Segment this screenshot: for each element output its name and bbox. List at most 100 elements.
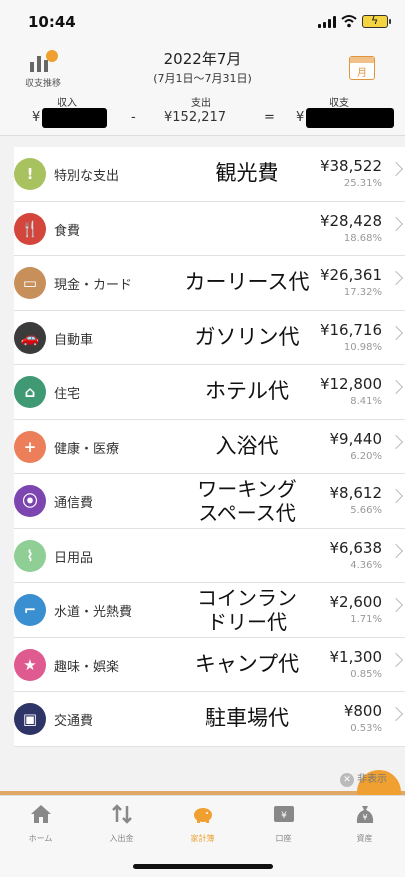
handwritten-note: ホテル代 <box>205 379 289 403</box>
amount: ¥9,440 <box>329 429 383 448</box>
amount: ¥6,638 <box>329 538 383 557</box>
category-row[interactable]: ⌐ 水道・光熱費 コインラン ドリー代 ¥2,600 1.71% <box>14 583 405 638</box>
amount: ¥16,716 <box>319 320 382 339</box>
tab-transfer[interactable]: 入出金 <box>81 804 162 844</box>
faucet-icon: ⌐ <box>14 594 46 626</box>
house-icon: ⌂ <box>14 376 46 408</box>
balance-currency: ¥ <box>296 110 305 125</box>
amount: ¥28,428 <box>319 211 382 230</box>
category-name: 食費 <box>54 223 81 239</box>
status-time: 10:44 <box>28 13 76 31</box>
handwritten-note: カーリース代 <box>184 270 310 294</box>
category-row[interactable]: ⌇ 日用品 ¥6,638 4.36% <box>14 528 405 583</box>
category-row[interactable]: ▣ 交通費 駐車場代 ¥800 0.53% <box>14 692 405 747</box>
category-row[interactable]: ⌂ 住宅 ホテル代 ¥12,800 8.41% <box>14 365 405 420</box>
handwritten-note: キャンプ代 <box>194 651 300 676</box>
home-icon <box>30 805 52 828</box>
train-icon: ▣ <box>14 703 46 735</box>
piggy-bank-icon <box>192 808 214 828</box>
category-name: 通信費 <box>54 496 94 511</box>
star-icon: ★ <box>14 648 46 681</box>
chevron-right-icon <box>388 543 404 558</box>
chevron-right-icon <box>388 488 404 504</box>
chevron-right-icon <box>388 270 404 286</box>
category-name: 健康・医療 <box>54 441 120 457</box>
tab-piggy-bank[interactable]: 家計簿 <box>162 804 243 844</box>
svg-text:¥: ¥ <box>362 813 367 822</box>
plus-badge-icon <box>46 50 58 62</box>
chevron-right-icon <box>388 652 404 667</box>
amount: ¥800 <box>343 702 382 720</box>
handwritten-note: 入浴代 <box>215 433 279 458</box>
tab-money-bag[interactable]: ¥ 資産 <box>324 804 405 844</box>
category-row[interactable]: ★ 趣味・娯楽 キャンプ代 ¥1,300 0.85% <box>14 637 405 692</box>
category-row[interactable]: + 健康・医療 入浴代 ¥9,440 6.20% <box>14 419 405 474</box>
chevron-right-icon <box>388 434 404 449</box>
equals-sign: = <box>264 110 275 125</box>
tab-label: 口座 <box>275 834 292 843</box>
category-row[interactable]: ⦿ 通信費 ワーキング スペース代 ¥8,612 5.66% <box>14 474 405 529</box>
period-selector[interactable]: 2022年7月 (7月1日〜7月31日) <box>120 48 285 86</box>
trend-label: 収支推移 <box>24 79 61 89</box>
tab-bar: ホーム 入出金 家計簿 ¥ 口座 ¥ 資産 <box>0 795 405 877</box>
plus-icon: + <box>14 430 46 463</box>
tab-label: 資産 <box>356 834 373 843</box>
close-icon: ✕ <box>340 773 354 787</box>
chevron-right-icon <box>388 161 404 177</box>
trend-button[interactable]: 収支推移 <box>18 50 68 90</box>
home-indicator <box>133 864 273 869</box>
amount: ¥2,600 <box>329 593 383 611</box>
page-title: 2022年7月 <box>163 50 242 68</box>
chevron-right-icon <box>388 706 404 722</box>
category-name: 特別な支出 <box>54 169 120 184</box>
category-name: 現金・カード <box>54 278 133 293</box>
percentage: 4.36% <box>350 559 382 571</box>
tab-label: 家計簿 <box>190 834 215 843</box>
percentage: 5.66% <box>350 505 382 516</box>
handwritten-note: 観光費 <box>215 161 279 185</box>
amount: ¥38,522 <box>319 157 382 175</box>
handwritten-note: コインラン ドリー代 <box>197 586 297 634</box>
antenna-icon: ⦿ <box>14 485 46 517</box>
balance-label: 収支 <box>329 98 349 109</box>
hide-button[interactable]: ✕ 非表示 <box>340 770 387 787</box>
category-row[interactable]: ! 特別な支出 観光費 ¥38,522 25.31% <box>14 147 405 202</box>
account-icon: ¥ <box>273 806 295 828</box>
transfer-icon <box>111 804 133 828</box>
percentage: 1.71% <box>350 614 382 625</box>
wifi-icon <box>341 15 357 28</box>
calendar-icon[interactable]: 月 <box>349 56 375 80</box>
header: 収支推移 2022年7月 (7月1日〜7月31日) 月 <box>0 40 405 90</box>
summary-bar: 収入 支出 収支 ¥ - ¥152,217 = ¥ <box>0 90 405 136</box>
percentage: 8.41% <box>350 396 382 407</box>
amount: ¥26,361 <box>319 266 382 284</box>
category-name: 住宅 <box>54 387 81 402</box>
category-name: 自動車 <box>54 332 94 348</box>
tab-home[interactable]: ホーム <box>0 804 81 844</box>
hide-label: 非表示 <box>357 774 387 785</box>
income-currency: ¥ <box>32 110 41 125</box>
tab-account[interactable]: ¥ 口座 <box>243 804 324 844</box>
category-name: 日用品 <box>54 550 94 566</box>
amount: ¥12,800 <box>319 375 382 393</box>
category-name: 交通費 <box>54 714 94 729</box>
income-value-redacted <box>42 108 107 128</box>
tab-label: 入出金 <box>109 834 134 843</box>
category-list: ! 特別な支出 観光費 ¥38,522 25.31% 🍴 食費 ¥28,428 … <box>14 147 405 747</box>
chevron-right-icon <box>388 216 404 231</box>
amount: ¥1,300 <box>329 647 383 666</box>
money-bag-icon: ¥ <box>354 806 376 828</box>
signal-icon <box>318 16 336 28</box>
category-row[interactable]: 🚗 自動車 ガソリン代 ¥16,716 10.98% <box>14 310 405 365</box>
car-icon: 🚗 <box>14 321 46 354</box>
category-row[interactable]: ▭ 現金・カード カーリース代 ¥26,361 17.32% <box>14 256 405 311</box>
minus-sign: - <box>131 110 136 125</box>
balance-value-redacted <box>306 108 394 128</box>
expense-value: ¥152,217 <box>164 110 227 125</box>
chevron-right-icon <box>388 597 404 613</box>
status-bar: 10:44 ϟ <box>0 0 405 40</box>
percentage: 0.85% <box>350 668 382 680</box>
period-range: (7月1日〜7月31日) <box>153 72 252 85</box>
category-row[interactable]: 🍴 食費 ¥28,428 18.68% <box>14 201 405 256</box>
svg-text:¥: ¥ <box>281 811 287 821</box>
